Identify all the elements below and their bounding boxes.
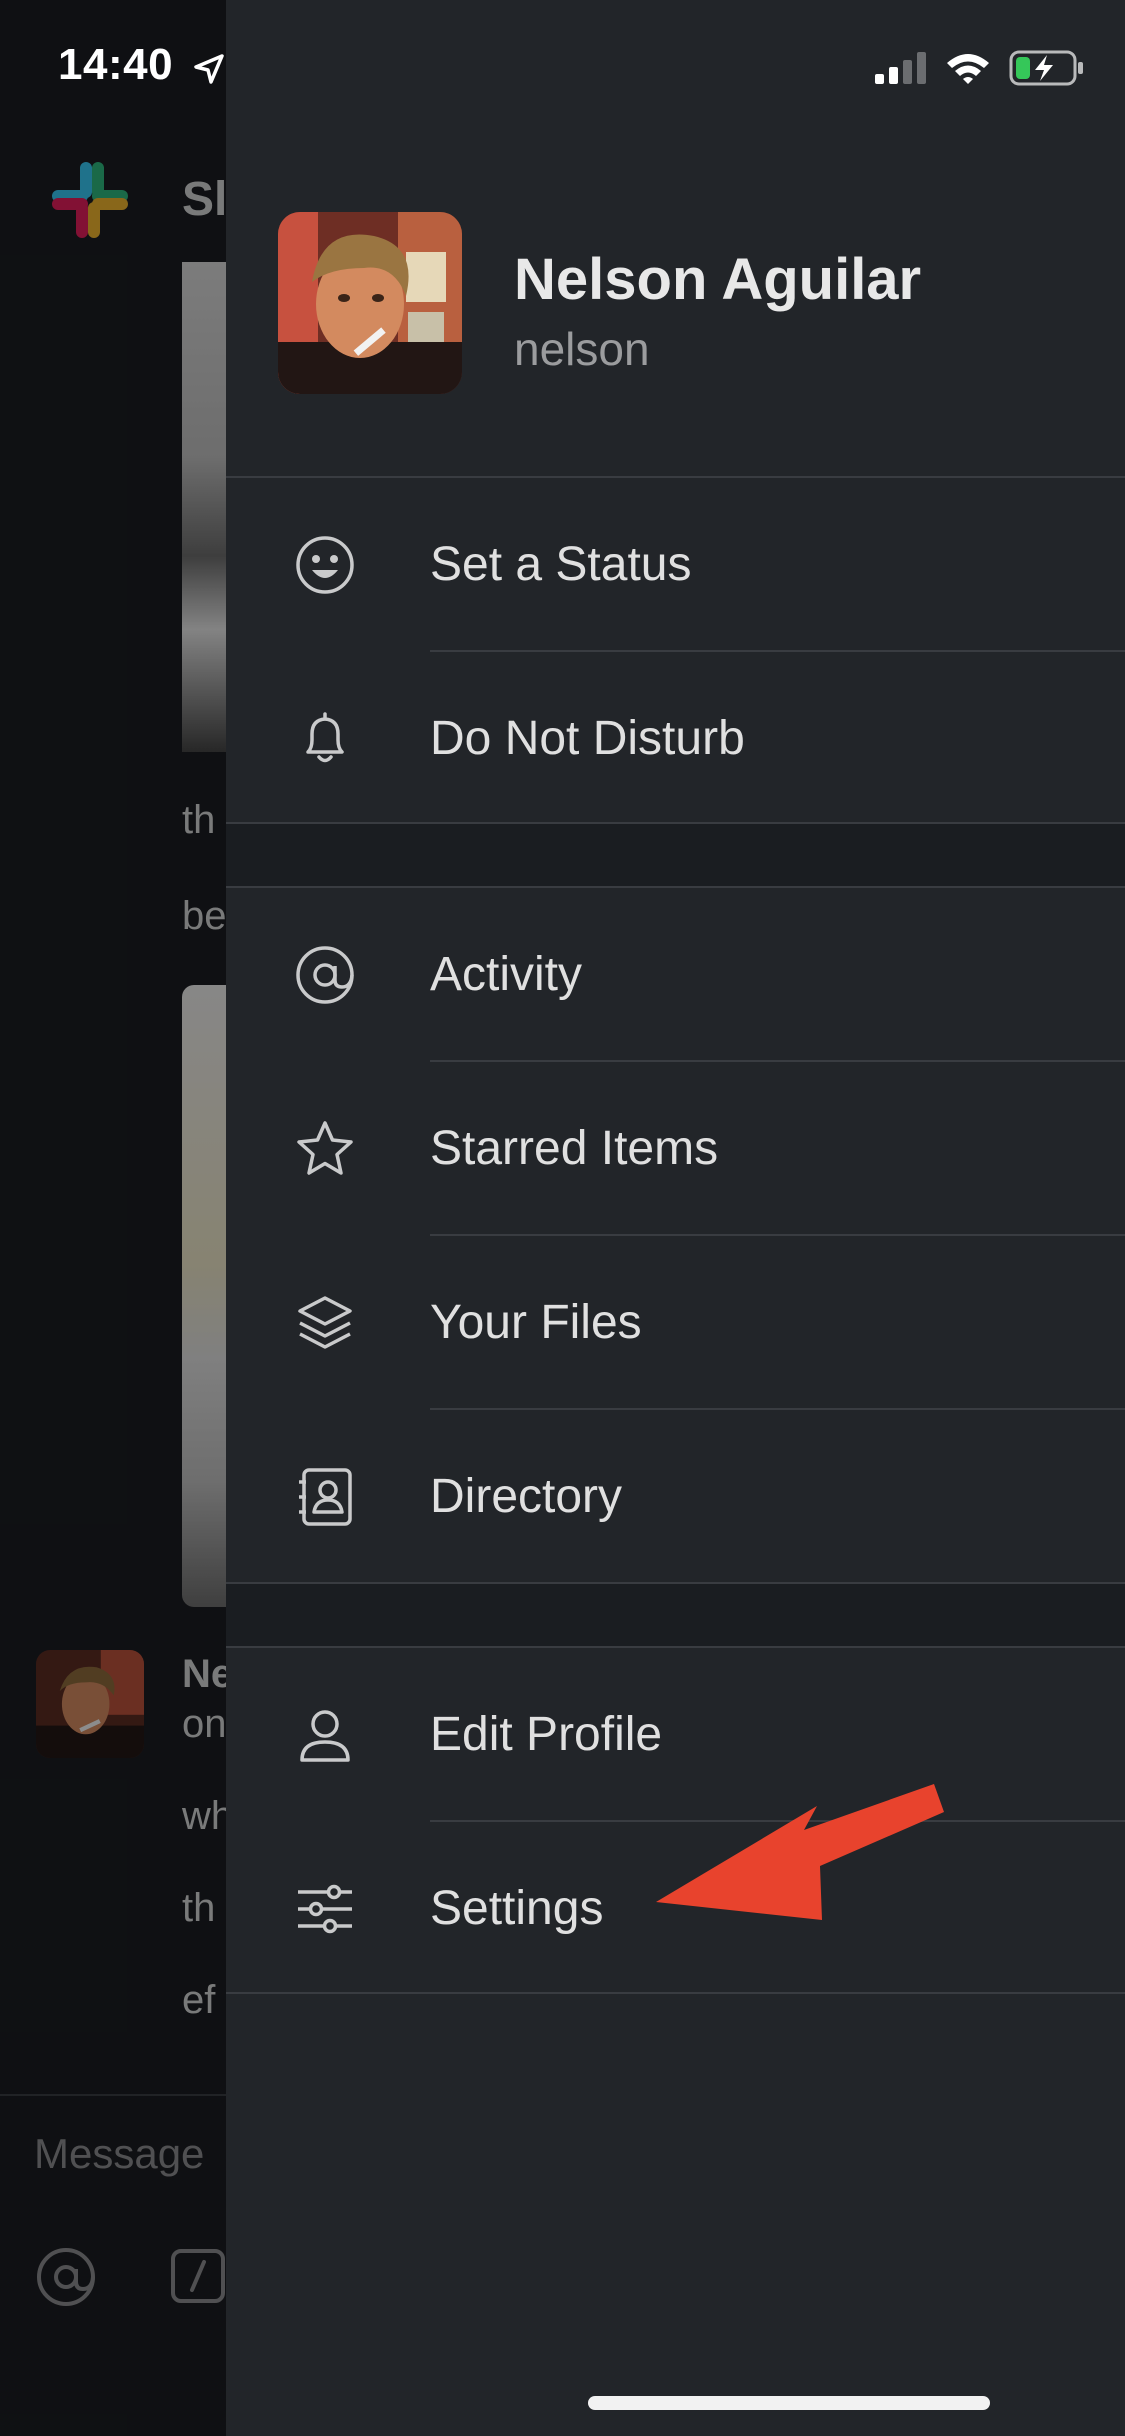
contact-book-icon	[294, 1466, 356, 1528]
profile-header[interactable]: Nelson Aguilar nelson	[226, 0, 1125, 478]
menu-item-do-not-disturb[interactable]: Do Not Disturb	[226, 652, 1125, 826]
profile-avatar[interactable]	[278, 212, 462, 394]
menu-item-set-status[interactable]: Set a Status	[226, 478, 1125, 652]
smiley-icon	[294, 534, 356, 596]
menu-section-status: Set a Status Do Not Disturb	[226, 478, 1125, 822]
section-gap	[226, 1582, 1125, 1648]
person-icon	[294, 1704, 356, 1766]
status-time: 14:40	[58, 40, 174, 89]
menu-item-label: Set a Status	[430, 538, 692, 591]
menu-item-label: Your Files	[430, 1296, 642, 1349]
star-icon	[294, 1118, 356, 1180]
menu-item-label: Activity	[430, 948, 583, 1001]
account-drawer: Nelson Aguilar nelson Set a Status Do No…	[226, 0, 1125, 2436]
menu-item-label: Directory	[430, 1470, 623, 1523]
location-arrow-icon	[194, 54, 224, 84]
sliders-icon	[294, 1878, 356, 1940]
menu-item-label: Settings	[430, 1882, 604, 1935]
menu-item-label: Edit Profile	[430, 1708, 663, 1761]
bell-icon	[294, 708, 356, 770]
layers-icon	[294, 1292, 356, 1354]
home-indicator[interactable]	[588, 2396, 990, 2410]
section-gap	[226, 822, 1125, 888]
menu-item-starred-items[interactable]: Starred Items	[226, 1062, 1125, 1236]
menu-item-label: Do Not Disturb	[430, 712, 745, 765]
menu-item-your-files[interactable]: Your Files	[226, 1236, 1125, 1410]
menu-item-settings[interactable]: Settings	[226, 1822, 1125, 1996]
profile-name: Nelson Aguilar	[514, 247, 922, 312]
menu-item-directory[interactable]: Directory	[226, 1410, 1125, 1584]
menu-section-navigation: Activity Starred Items Your Files Direct…	[226, 888, 1125, 1582]
menu-item-activity[interactable]: Activity	[226, 888, 1125, 1062]
menu-item-label: Starred Items	[430, 1122, 719, 1175]
profile-handle: nelson	[514, 323, 650, 375]
at-icon	[294, 944, 356, 1006]
menu-section-account: Edit Profile Settings	[226, 1648, 1125, 1994]
menu-item-edit-profile[interactable]: Edit Profile	[226, 1648, 1125, 1822]
